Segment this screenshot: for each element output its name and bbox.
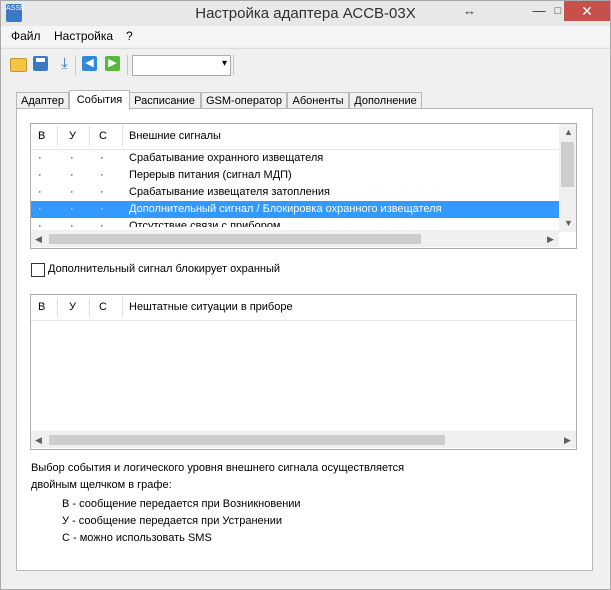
download-icon[interactable]: ⤓	[56, 56, 73, 71]
menu-settings[interactable]: Настройка	[54, 29, 113, 43]
tab-addition[interactable]: Дополнение	[349, 92, 422, 109]
scroll-thumb[interactable]	[49, 435, 445, 445]
cell-u: ·	[70, 152, 74, 164]
list-header: В У С Внешние сигналы	[31, 124, 562, 150]
table-row[interactable]: · · · Срабатывание охранного извещателя	[31, 150, 562, 167]
incidents-list[interactable]: В У С Нештатные ситуации в приборе ◀ ▶	[30, 294, 577, 450]
cell-v: ·	[38, 169, 42, 181]
scroll-thumb[interactable]	[49, 234, 421, 244]
cell-u: ·	[70, 186, 74, 198]
toolbar-combo[interactable]: ▾	[132, 55, 231, 76]
column-header-v[interactable]: В	[38, 130, 45, 142]
column-header-v[interactable]: В	[38, 301, 45, 313]
tab-schedule[interactable]: Расписание	[128, 92, 201, 109]
tab-events[interactable]: События	[69, 90, 130, 110]
column-divider	[89, 297, 90, 317]
legend-s: С - можно использовать SMS	[62, 532, 212, 544]
minimize-button[interactable]: —	[526, 1, 552, 21]
cell-u: ·	[70, 169, 74, 181]
toolbar: ⤓ ◀ ▶ ▾	[1, 48, 610, 79]
column-divider	[57, 297, 58, 317]
cell-s: ·	[100, 186, 104, 198]
window-title: Настройка адаптера АССВ-03Х	[195, 5, 416, 22]
cell-s: ·	[100, 203, 104, 215]
signal-name: Отсутствие связи с прибором	[129, 220, 281, 227]
horizontal-scrollbar[interactable]: ◀ ▶	[31, 230, 559, 247]
events-panel: В У С Внешние сигналы · · · Срабатывание ох…	[16, 108, 593, 571]
column-header-s[interactable]: С	[99, 301, 107, 313]
block-checkbox-label[interactable]: Дополнительный сигнал блокирует охранный	[48, 263, 280, 275]
cell-v: ·	[38, 203, 42, 215]
scroll-right-icon[interactable]: ▶	[547, 234, 554, 245]
title-bar[interactable]: ASSB Настройка адаптера АССВ-03Х ↔ — □ ✕	[1, 1, 610, 26]
column-header-u[interactable]: У	[69, 130, 76, 142]
legend-u: У - сообщение передается при Устранении	[62, 515, 282, 527]
save-icon[interactable]	[33, 56, 48, 71]
toolbar-separator	[75, 55, 76, 75]
list-header: В У С Нештатные ситуации в приборе	[31, 295, 576, 321]
table-row[interactable]: · · · Отсутствие связи с прибором	[31, 218, 562, 227]
tab-adapter[interactable]: Адаптер	[16, 92, 69, 109]
cell-u: ·	[70, 203, 74, 215]
column-divider	[122, 297, 123, 317]
menu-bar: Файл Настройка ?	[1, 26, 610, 46]
column-header-s[interactable]: С	[99, 130, 107, 142]
scroll-left-icon[interactable]: ◀	[35, 234, 42, 245]
cell-v: ·	[38, 152, 42, 164]
cell-v: ·	[38, 186, 42, 198]
legend-v: В - сообщение передается при Возникновен…	[62, 498, 301, 510]
tab-subscribers[interactable]: Абоненты	[287, 92, 349, 109]
column-header-signals[interactable]: Внешние сигналы	[129, 130, 221, 142]
info-line-1: Выбор события и логического уровня внешн…	[31, 462, 405, 474]
signal-name: Перерыв питания (сигнал МДП)	[129, 169, 292, 181]
column-divider	[89, 126, 90, 146]
table-row[interactable]: · · · Срабатывание извещателя затопления	[31, 184, 562, 201]
scroll-up-icon[interactable]: ▲	[564, 127, 573, 137]
cell-v: ·	[38, 220, 42, 227]
forward-arrow-icon[interactable]: ▶	[105, 56, 120, 71]
cell-s: ·	[100, 152, 104, 164]
block-checkbox[interactable]	[31, 263, 45, 277]
table-row[interactable]: · · · Перерыв питания (сигнал МДП)	[31, 167, 562, 184]
scroll-down-icon[interactable]: ▼	[564, 218, 573, 228]
back-arrow-icon[interactable]: ◀	[82, 56, 97, 71]
signal-name: Срабатывание извещателя затопления	[129, 186, 330, 198]
column-header-incidents[interactable]: Нештатные ситуации в приборе	[129, 301, 293, 313]
column-header-u[interactable]: У	[69, 301, 76, 313]
table-row[interactable]: · · · Дополнительный сигнал / Блокировка ох…	[31, 201, 562, 218]
chevron-down-icon[interactable]: ▾	[222, 58, 227, 69]
toolbar-separator	[127, 55, 128, 75]
scroll-right-icon[interactable]: ▶	[564, 435, 571, 446]
app-window: ASSB Настройка адаптера АССВ-03Х ↔ — □ ✕…	[0, 0, 611, 590]
signal-name: Срабатывание охранного извещателя	[129, 152, 324, 164]
cell-s: ·	[100, 220, 104, 227]
scroll-thumb[interactable]	[561, 142, 574, 187]
cell-u: ·	[70, 220, 74, 227]
column-divider	[122, 126, 123, 146]
maximize-button[interactable]: □	[552, 1, 564, 21]
open-folder-icon[interactable]	[10, 58, 27, 72]
cell-s: ·	[100, 169, 104, 181]
close-button[interactable]: ✕	[564, 1, 610, 21]
tab-gsm-operator[interactable]: GSM-оператор	[201, 92, 287, 109]
menu-file[interactable]: Файл	[11, 29, 41, 43]
column-divider	[57, 126, 58, 146]
resize-arrows-icon: ↔	[463, 3, 476, 18]
info-line-2: двойным щелчком в графе:	[31, 479, 172, 491]
menu-help[interactable]: ?	[126, 29, 133, 43]
signal-name: Дополнительный сигнал / Блокировка охран…	[129, 203, 442, 215]
vertical-scrollbar[interactable]: ▲ ▼	[559, 124, 576, 232]
external-signals-list[interactable]: В У С Внешние сигналы · · · Срабатывание ох…	[30, 123, 577, 249]
toolbar-separator	[233, 55, 234, 75]
scroll-left-icon[interactable]: ◀	[35, 435, 42, 446]
horizontal-scrollbar[interactable]: ◀ ▶	[31, 431, 576, 448]
